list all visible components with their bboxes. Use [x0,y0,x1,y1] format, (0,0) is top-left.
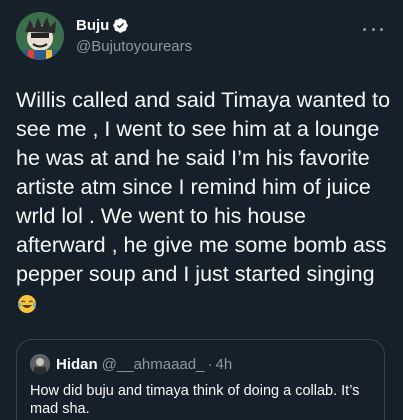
quoted-timestamp[interactable]: 4h [215,355,232,374]
laughing-tears-emoji-icon [17,294,37,314]
more-options-icon[interactable] [363,22,383,36]
author-handle[interactable]: @Bujutoyourears [76,37,192,56]
quoted-tweet[interactable]: Hidan @__ahmaaad_ · 4h How did buju and … [16,339,385,420]
quoted-tweet-text: How did buju and timaya think of doing a… [30,383,360,417]
tweet-card: Buju @Bujutoyourears Willis called and s… [0,0,403,420]
quoted-author-handle[interactable]: @__ahmaaad_ [102,355,205,374]
verified-badge-icon [112,17,129,34]
quoted-author-name[interactable]: Hidan [56,355,98,374]
author-name-row: Buju [76,16,129,35]
quoted-tweet-header: Hidan @__ahmaaad_ · 4h [30,354,232,374]
author-avatar[interactable] [16,12,64,60]
quoted-author-avatar[interactable] [30,354,50,374]
author-display-name[interactable]: Buju [76,16,109,35]
quoted-separator: · [207,355,213,373]
tweet-text: Willis called and said Timaya wanted to … [16,88,397,286]
